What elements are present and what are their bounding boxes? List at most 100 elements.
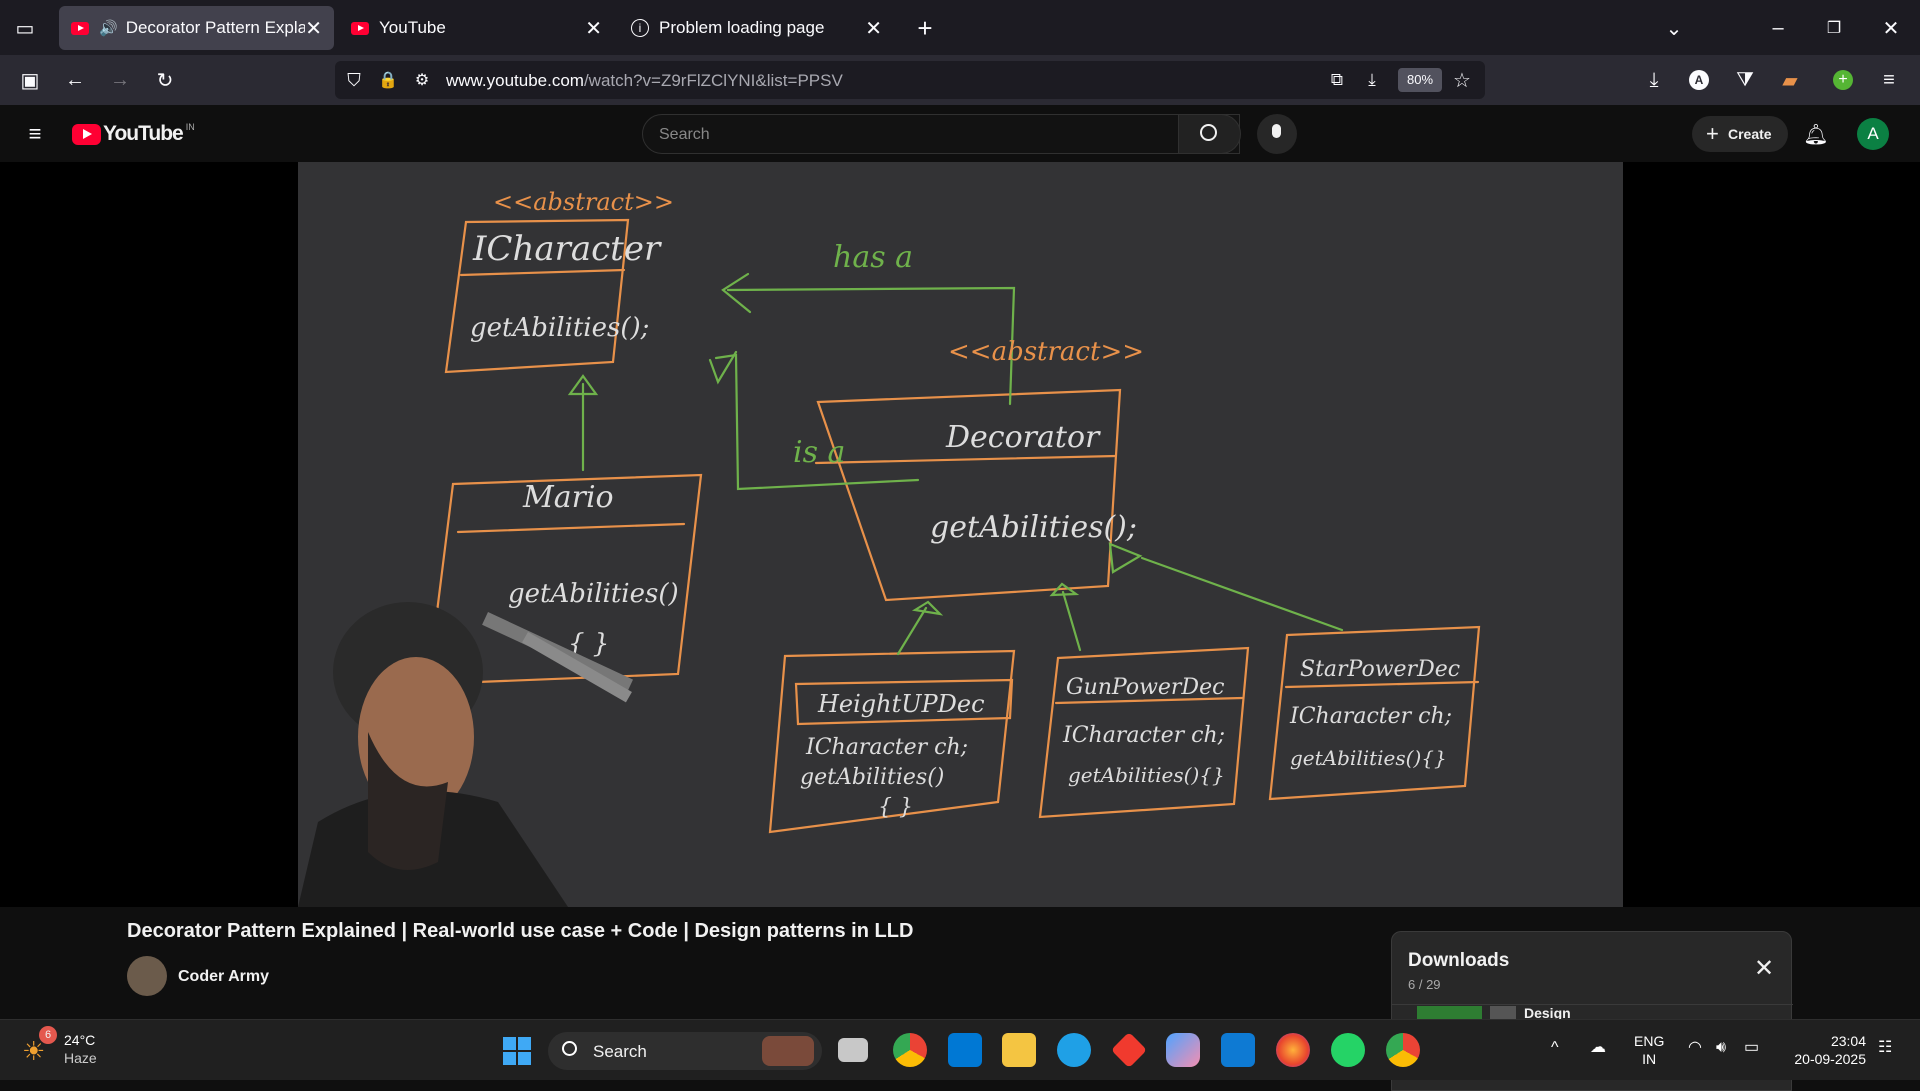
- shield-icon[interactable]: ⛉: [339, 65, 369, 95]
- mario-label: Mario: [522, 480, 614, 515]
- weather-badge: 6: [39, 1026, 57, 1044]
- extensions-icon[interactable]: ⧩: [1730, 65, 1760, 95]
- clock[interactable]: 23:04 20-09-2025: [1786, 1032, 1866, 1068]
- starpower-label: StarPowerDec: [1300, 657, 1460, 682]
- weather-temp: 24°C: [64, 1032, 96, 1048]
- sidebar-icon[interactable]: ▣: [15, 65, 45, 95]
- extension-color-icon[interactable]: ▰: [1775, 65, 1805, 95]
- tab-youtube[interactable]: YouTube ✕: [339, 6, 614, 50]
- create-button[interactable]: + Create: [1692, 116, 1788, 152]
- tab-problem-loading[interactable]: i Problem loading page ✕: [619, 6, 894, 50]
- youtube-favicon-icon: [351, 21, 369, 35]
- list-tabs-icon[interactable]: ⌄: [1659, 13, 1689, 43]
- new-tab-icon[interactable]: +: [910, 13, 940, 43]
- close-tab-icon[interactable]: ✕: [585, 16, 602, 41]
- taskbar-search-label: Search: [593, 1042, 647, 1061]
- address-bar[interactable]: ⛉ 🔒 ⚙ www.youtube.com/watch?v=Z9rFlZClYN…: [335, 61, 1485, 99]
- hamburger-menu-icon[interactable]: ≡: [20, 119, 50, 149]
- url-text[interactable]: www.youtube.com/watch?v=Z9rFlZClYNI&list…: [446, 71, 843, 91]
- channel-avatar[interactable]: [127, 956, 167, 996]
- git-icon[interactable]: [1110, 1031, 1148, 1069]
- url-path: /watch?v=Z9rFlZClYNI&list=PPSV: [583, 71, 843, 90]
- notification-center-icon[interactable]: ☷: [1878, 1039, 1892, 1057]
- starpower-method: getAbilities(){}: [1290, 746, 1447, 770]
- close-tab-icon[interactable]: ✕: [305, 16, 322, 41]
- file-explorer-icon[interactable]: [1002, 1033, 1036, 1067]
- gunpower-label: GunPowerDec: [1066, 675, 1224, 700]
- video-player[interactable]: <<abstract>> ICharacter getAbilities(); …: [0, 162, 1920, 907]
- search-button[interactable]: [1178, 114, 1241, 154]
- avatar[interactable]: A: [1857, 118, 1889, 150]
- volume-icon[interactable]: 🔊︎: [1716, 1039, 1726, 1057]
- gunpower-method: getAbilities(){}: [1068, 763, 1225, 787]
- close-downloads-icon[interactable]: ✕: [1754, 954, 1774, 983]
- taskbar-search-icon: [562, 1041, 577, 1056]
- wifi-icon[interactable]: ◠: [1688, 1039, 1702, 1057]
- heightup-field: ICharacter ch;: [805, 735, 968, 760]
- downloads-icon[interactable]: ⤓: [1639, 65, 1669, 95]
- youtube-logo[interactable]: YouTube IN: [72, 122, 195, 146]
- weather-desc: Haze: [64, 1050, 97, 1066]
- mic-icon: [1272, 124, 1281, 138]
- clock-date: 20-09-2025: [1794, 1051, 1866, 1067]
- lang-region: IN: [1642, 1051, 1657, 1067]
- chrome-profile-icon[interactable]: [1386, 1033, 1420, 1067]
- close-tab-icon[interactable]: ✕: [865, 16, 882, 41]
- downloads-heading: Downloads: [1408, 950, 1510, 971]
- video-frame[interactable]: <<abstract>> ICharacter getAbilities(); …: [298, 162, 1623, 907]
- menu-icon[interactable]: ≡: [1874, 65, 1904, 95]
- clock-time: 23:04: [1830, 1033, 1866, 1049]
- info-icon: i: [631, 19, 649, 37]
- restore-icon[interactable]: ❐: [1819, 13, 1849, 43]
- whatsapp-icon[interactable]: [1331, 1033, 1365, 1067]
- whiteboard-diagram: <<abstract>> ICharacter getAbilities(); …: [298, 188, 1481, 907]
- firefox-icon[interactable]: [1276, 1033, 1310, 1067]
- voice-search-button[interactable]: [1257, 114, 1297, 154]
- start-icon[interactable]: [503, 1037, 531, 1065]
- reload-icon[interactable]: ↻: [150, 65, 180, 95]
- notifications-bell-icon[interactable]: 🔔︎: [1801, 119, 1831, 149]
- minimize-icon[interactable]: –: [1763, 13, 1793, 43]
- youtube-header: ≡ YouTube IN Search + Create 🔔︎ A: [0, 105, 1920, 162]
- save-page-icon[interactable]: ⤓: [1357, 65, 1387, 95]
- channel-name[interactable]: Coder Army: [178, 968, 269, 986]
- plus-icon: +: [1706, 121, 1719, 146]
- divider: [1392, 1004, 1793, 1005]
- taskbar-search[interactable]: Search: [548, 1032, 822, 1070]
- tab-title: Decorator Pattern Explainec: [125, 18, 306, 37]
- url-host: www.youtube.com: [446, 71, 584, 90]
- battery-icon[interactable]: ▭: [1744, 1039, 1759, 1057]
- extension-plus-icon[interactable]: +: [1828, 65, 1858, 95]
- copilot-icon[interactable]: [1166, 1033, 1200, 1067]
- weather-widget[interactable]: 24°C Haze: [64, 1031, 97, 1067]
- language-indicator[interactable]: ENG IN: [1634, 1032, 1664, 1068]
- search-input[interactable]: Search: [642, 114, 1240, 154]
- onedrive-icon[interactable]: ☁: [1590, 1039, 1606, 1057]
- edge-icon[interactable]: [1057, 1033, 1091, 1067]
- window-close-icon[interactable]: ✕: [1876, 13, 1906, 43]
- video-title: Decorator Pattern Explained | Real-world…: [127, 920, 914, 942]
- permissions-icon[interactable]: ⚙: [407, 65, 437, 95]
- store-icon[interactable]: [948, 1033, 982, 1067]
- zoom-level[interactable]: 80%: [1398, 68, 1442, 92]
- icharacter-method: getAbilities();: [470, 313, 649, 343]
- tab-decorator-pattern[interactable]: 🔊 Decorator Pattern Explainec ✕: [59, 6, 334, 50]
- picture-in-picture-icon[interactable]: ⧉: [1322, 65, 1352, 95]
- tray-chevron-icon[interactable]: ^: [1551, 1039, 1559, 1057]
- lock-icon[interactable]: 🔒: [373, 65, 403, 95]
- bookmark-star-icon[interactable]: ☆: [1447, 65, 1477, 95]
- task-view-icon[interactable]: [838, 1038, 868, 1062]
- tab-overview-icon[interactable]: ▭: [10, 13, 40, 43]
- heightup-method: getAbilities(): [800, 765, 944, 790]
- speaker-icon[interactable]: 🔊: [99, 19, 118, 37]
- decorator-label: Decorator: [945, 420, 1101, 455]
- tab-title: Problem loading page: [659, 18, 825, 37]
- account-icon[interactable]: A: [1684, 65, 1714, 95]
- chrome-icon[interactable]: [893, 1033, 927, 1067]
- gunpower-field: ICharacter ch;: [1062, 723, 1225, 748]
- vscode-icon[interactable]: [1221, 1033, 1255, 1067]
- youtube-favicon-icon: [71, 21, 89, 35]
- back-icon[interactable]: ←: [60, 65, 90, 95]
- search-highlight-image: [762, 1036, 814, 1066]
- forward-icon[interactable]: →: [105, 65, 135, 95]
